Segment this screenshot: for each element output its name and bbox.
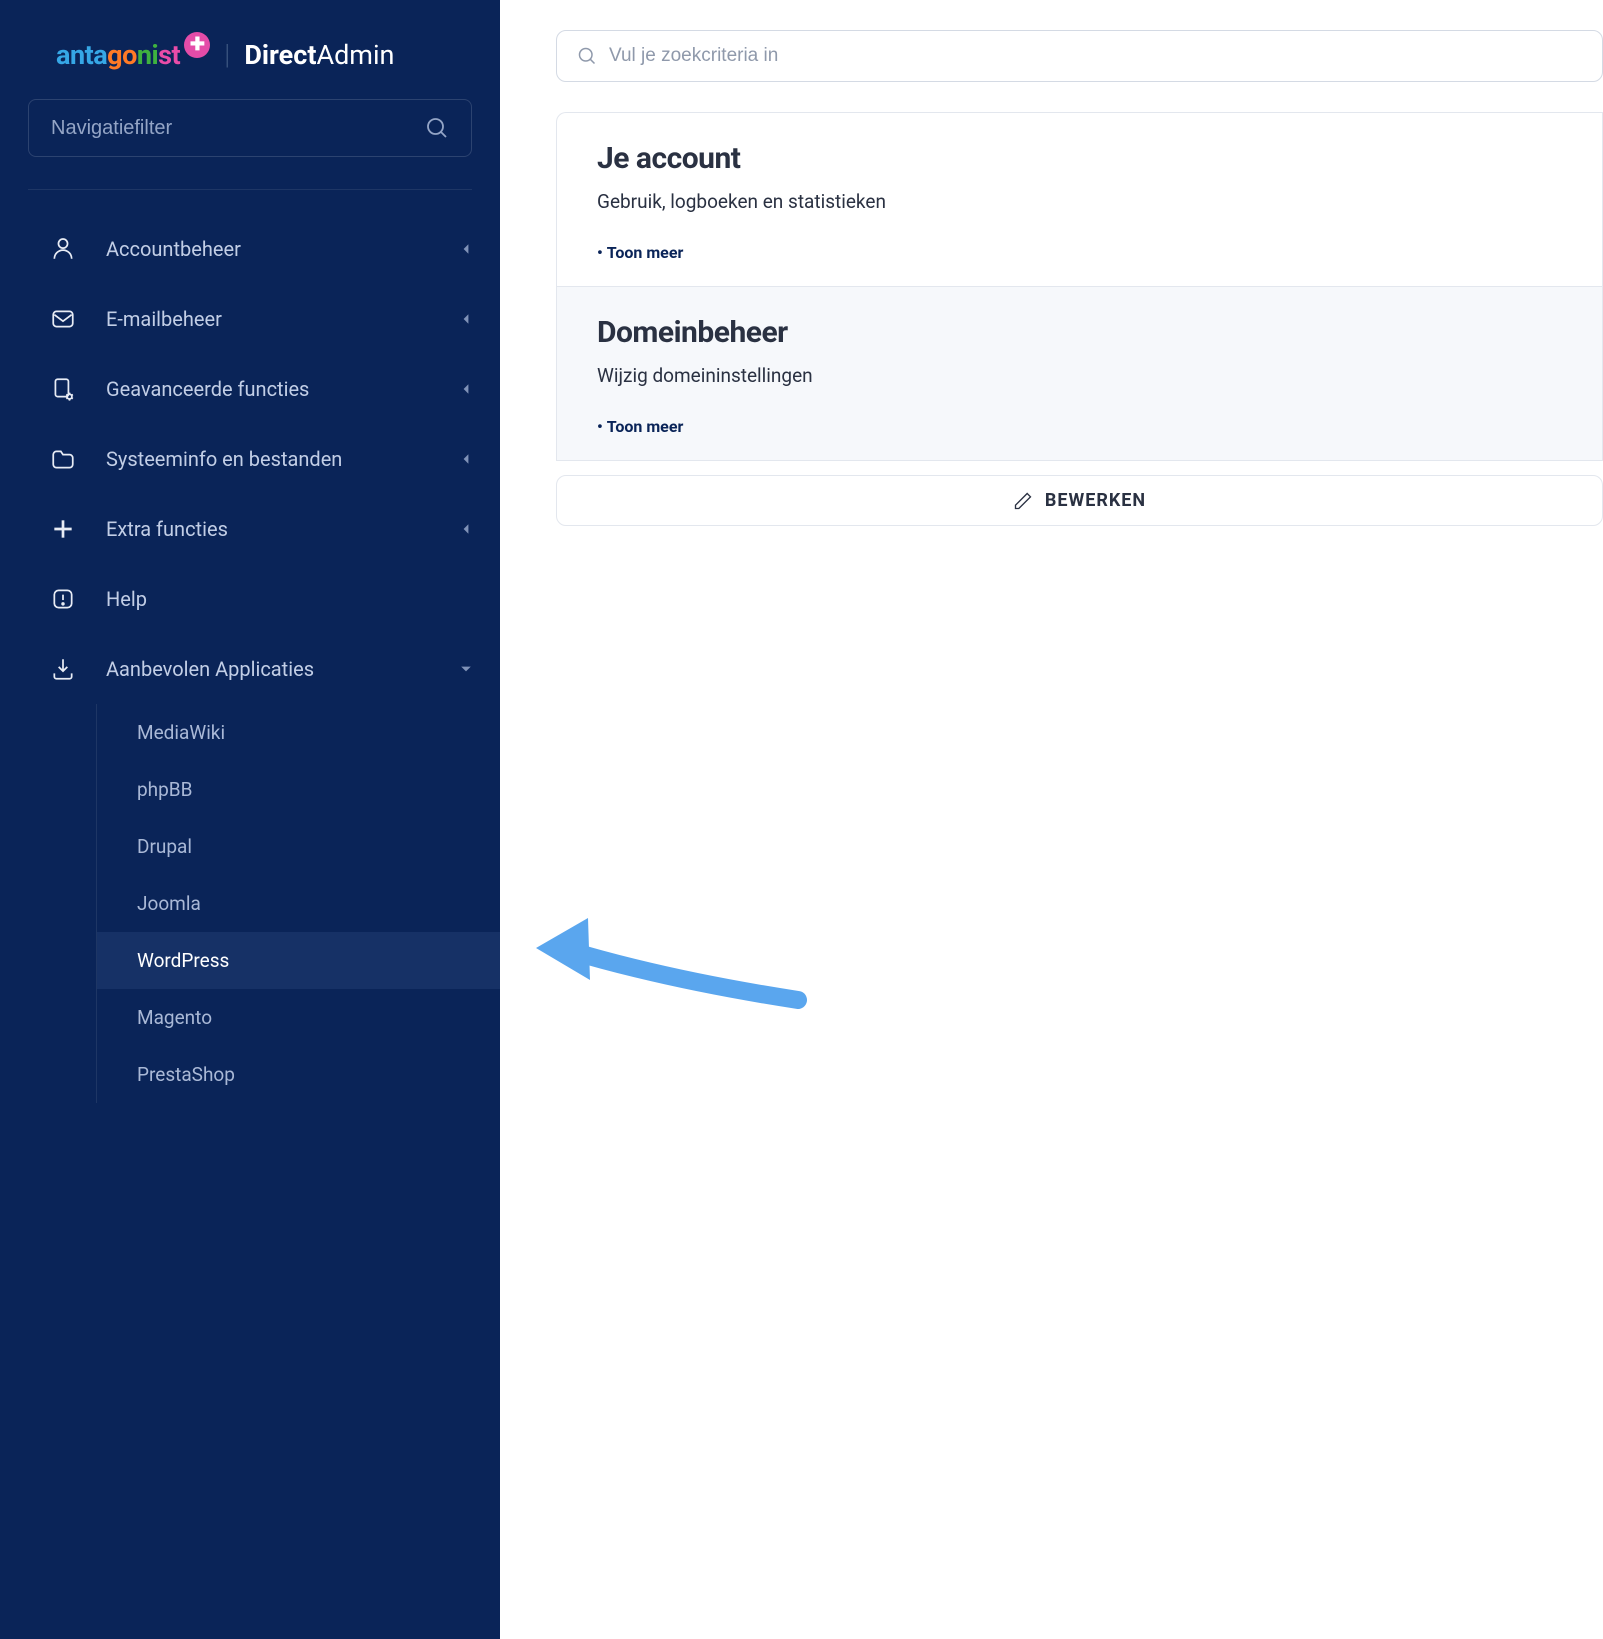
nav-label: E-mailbeheer — [106, 307, 430, 331]
show-more-link[interactable]: •Toon meer — [597, 417, 1562, 436]
sub-item-mediawiki[interactable]: MediaWiki — [97, 704, 500, 761]
nav-label: Aanbevolen Applicaties — [106, 657, 430, 681]
edit-button[interactable]: BEWERKEN — [556, 475, 1603, 526]
apps-submenu: MediaWiki phpBB Drupal Joomla WordPress … — [96, 704, 500, 1103]
sub-item-wordpress[interactable]: WordPress — [97, 932, 500, 989]
nav-filter[interactable] — [28, 99, 472, 157]
doc-gear-icon — [50, 376, 76, 402]
sub-item-magento[interactable]: Magento — [97, 989, 500, 1046]
logo-separator: | — [224, 38, 230, 71]
pencil-icon — [1013, 491, 1033, 511]
nav-label: Geavanceerde functies — [106, 377, 430, 401]
card-domeinbeheer[interactable]: Domeinbeheer Wijzig domeininstellingen •… — [556, 286, 1603, 461]
edit-label: BEWERKEN — [1045, 490, 1146, 511]
card-subtitle: Gebruik, logboeken en statistieken — [597, 190, 1562, 213]
download-icon — [50, 656, 76, 682]
nav-item-emailbeheer[interactable]: E-mailbeheer — [0, 284, 500, 354]
alert-icon — [50, 586, 76, 612]
sub-item-drupal[interactable]: Drupal — [97, 818, 500, 875]
folder-icon — [50, 446, 76, 472]
antagonist-logo: antagonist ✚ — [56, 39, 210, 71]
nav-item-geavanceerd[interactable]: Geavanceerde functies — [0, 354, 500, 424]
caret-left-icon — [460, 243, 472, 255]
nav-label: Systeeminfo en bestanden — [106, 447, 430, 471]
nav-item-systeeminfo[interactable]: Systeeminfo en bestanden — [0, 424, 500, 494]
nav-item-apps[interactable]: Aanbevolen Applicaties — [0, 634, 500, 704]
show-more-link[interactable]: •Toon meer — [597, 243, 1562, 262]
caret-left-icon — [460, 453, 472, 465]
nav-item-extra[interactable]: Extra functies — [0, 494, 500, 564]
main-search[interactable] — [556, 30, 1603, 82]
mail-icon — [50, 306, 76, 332]
nav-item-accountbeheer[interactable]: Accountbeheer — [0, 214, 500, 284]
card-title: Domeinbeheer — [597, 315, 1562, 350]
card-title: Je account — [597, 141, 1562, 176]
search-icon — [425, 116, 449, 140]
sub-item-prestashop[interactable]: PrestaShop — [97, 1046, 500, 1103]
plus-icon — [50, 516, 76, 542]
caret-left-icon — [460, 383, 472, 395]
nav-list: Accountbeheer E-mailbeheer Geavanceerde … — [0, 200, 500, 1103]
sub-item-joomla[interactable]: Joomla — [97, 875, 500, 932]
search-icon — [577, 46, 597, 66]
nav-label: Accountbeheer — [106, 237, 430, 261]
main-search-input[interactable] — [609, 45, 1582, 67]
caret-left-icon — [460, 523, 472, 535]
nav-filter-input[interactable] — [51, 117, 413, 140]
brand-logo: antagonist ✚ | DirectAdmin — [0, 0, 500, 99]
caret-down-icon — [460, 663, 472, 675]
user-icon — [50, 236, 76, 262]
nav-label: Help — [106, 587, 472, 611]
nav-label: Extra functies — [106, 517, 430, 541]
main-content: Je account Gebruik, logboeken en statist… — [500, 0, 1603, 1639]
nav-item-help[interactable]: Help — [0, 564, 500, 634]
card-account[interactable]: Je account Gebruik, logboeken en statist… — [556, 112, 1603, 286]
annotation-arrow-icon — [518, 900, 818, 1020]
sub-item-phpbb[interactable]: phpBB — [97, 761, 500, 818]
plus-badge-icon: ✚ — [184, 32, 210, 58]
nav-divider — [28, 189, 472, 190]
sidebar: antagonist ✚ | DirectAdmin Accountbeheer… — [0, 0, 500, 1639]
directadmin-logo: DirectAdmin — [244, 39, 394, 71]
card-subtitle: Wijzig domeininstellingen — [597, 364, 1562, 387]
caret-left-icon — [460, 313, 472, 325]
